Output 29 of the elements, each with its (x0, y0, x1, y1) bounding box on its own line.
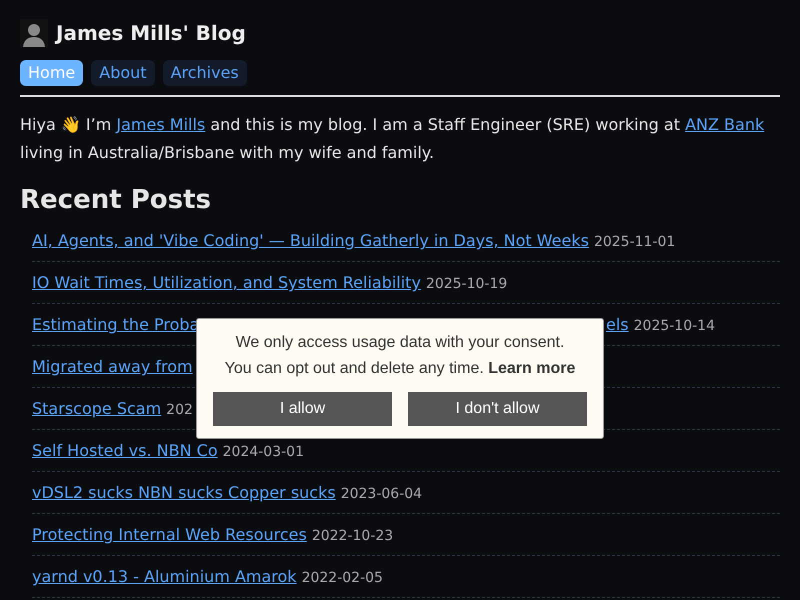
section-heading: Recent Posts (20, 185, 212, 216)
text-link[interactable]: ANZ Bank (685, 115, 764, 134)
post-link[interactable]: AI, Agents, and 'Vibe Coding' — Building Gatherly in Days, Not Weeks (32, 229, 589, 254)
post-date: 2025-11-01 (594, 233, 676, 252)
post-link[interactable]: vDSL2 sucks NBN sucks Copper sucks (32, 481, 336, 506)
nav-tab[interactable]: Archives (162, 60, 247, 86)
post-date: 2024-03-01 (222, 443, 304, 462)
consent-message: We only access usage data with your consent. (234, 333, 566, 353)
post-link[interactable]: Migrated away from (32, 355, 193, 380)
consent-message: You can opt out and delete any time. Learn more (224, 359, 576, 379)
avatar-icon (20, 19, 48, 47)
text-link[interactable]: James Mills (116, 115, 206, 134)
nav-tab[interactable]: About (91, 60, 155, 86)
post-link[interactable]: IO Wait Times, Utilization, and System Reliability (32, 271, 421, 296)
post-link[interactable]: yarnd v0.13 - Aluminium Amarok (32, 565, 297, 590)
post-date: 2022-02-05 (302, 569, 383, 588)
consent-button[interactable]: I don't allow (408, 392, 587, 426)
post-link[interactable]: Self Hosted vs. NBN Co (32, 439, 218, 464)
intro-paragraph: Hiya 👋 I’m James Mills and this is my blog. I am a Staff Engineer (SRE) working at ANZ Bank living in Australia/Brisbane with my wife and family. (20, 114, 766, 164)
post-link[interactable]: Protecting Internal Web Resources (32, 523, 307, 548)
consent-button[interactable]: I allow (213, 392, 392, 426)
post-date: 2025-10-19 (426, 275, 508, 294)
post-date: 2023-06-04 (340, 485, 422, 504)
post-date: 2022-10-23 (312, 527, 394, 546)
post-link[interactable]: Starscope Scam (32, 397, 162, 422)
post-date: 202 (166, 401, 193, 420)
post-date: 2025-10-14 (634, 317, 715, 336)
post-link[interactable]: els (606, 313, 629, 338)
site-title: James Mills' Blog (56, 21, 246, 45)
